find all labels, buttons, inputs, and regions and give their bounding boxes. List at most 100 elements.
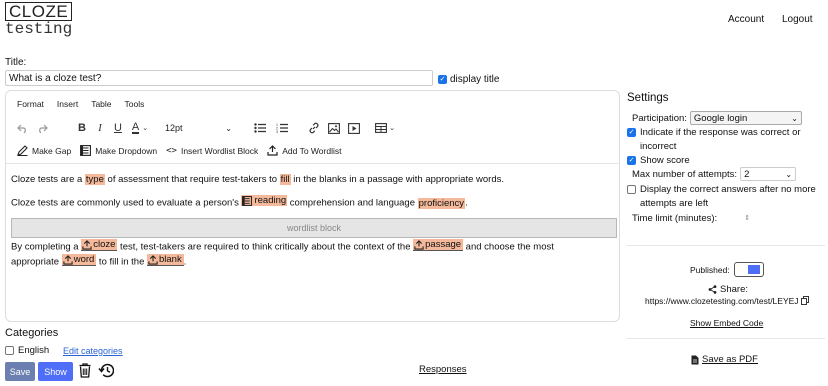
pdf-divider: [627, 338, 825, 339]
indicate-correct-label: Indicate if the response was correct or: [640, 127, 801, 138]
paragraph-3[interactable]: By completing a cloze test, test-takers …: [11, 239, 554, 253]
save-button[interactable]: Save: [5, 362, 35, 381]
wordlist-word-reading[interactable]: reading: [241, 195, 288, 206]
show-embed-code-link[interactable]: Show Embed Code: [690, 318, 763, 328]
wordlist-block[interactable]: wordlist block: [11, 218, 617, 238]
code-icon: <>: [166, 145, 177, 156]
gap-type[interactable]: type: [84, 174, 105, 185]
share-url[interactable]: https://www.clozetesting.com/test/LEYEJ: [645, 296, 799, 306]
categories-title: Categories: [5, 327, 59, 339]
title-label: Title:: [5, 57, 27, 68]
make-gap-button[interactable]: Make Gap: [17, 145, 71, 156]
menu-insert[interactable]: Insert: [57, 99, 78, 109]
svg-text:3: 3: [276, 130, 278, 133]
list-box-icon: [80, 145, 92, 156]
make-dropdown-button[interactable]: Make Dropdown: [80, 145, 157, 156]
edit-categories-link[interactable]: Edit categories: [63, 346, 123, 356]
dropdown-text: blank: [159, 254, 182, 265]
media-icon[interactable]: [344, 120, 364, 136]
indicate-correct-checkbox[interactable]: ✓: [627, 128, 636, 137]
upload-icon: [148, 254, 158, 265]
text: .: [465, 197, 468, 209]
font-size-value: 12pt: [165, 123, 183, 133]
display-correct-row[interactable]: Display the correct answers after no mor…: [627, 184, 816, 195]
display-title-label: display title: [450, 74, 500, 85]
font-size-select[interactable]: 12pt ⌄: [161, 120, 236, 136]
account-link[interactable]: Account: [728, 14, 764, 25]
responses-link[interactable]: Responses: [419, 364, 467, 375]
pdf-file-icon: [691, 355, 699, 364]
dropdown-cloze[interactable]: cloze: [81, 239, 118, 251]
share-row: Share:: [708, 284, 748, 295]
dropdown-word[interactable]: word: [61, 254, 97, 266]
published-toggle[interactable]: [734, 262, 764, 277]
history-icon[interactable]: [98, 363, 115, 381]
gap-fill[interactable]: fill: [279, 174, 291, 185]
text-color-icon[interactable]: A ⌄: [127, 120, 153, 136]
undo-icon[interactable]: [13, 120, 31, 136]
logo[interactable]: CLOZE testing: [5, 2, 79, 37]
settings-divider: [627, 245, 825, 246]
add-to-wordlist-button[interactable]: Add To Wordlist: [267, 145, 341, 156]
redo-icon[interactable]: [31, 120, 53, 136]
participation-row: Participation: Google login ⌄: [632, 111, 802, 125]
italic-icon[interactable]: I: [91, 120, 109, 136]
show-score-checkbox[interactable]: ✓: [627, 156, 636, 165]
upload-icon: [267, 145, 278, 156]
copy-icon[interactable]: [800, 296, 809, 305]
underline-icon[interactable]: U: [109, 120, 127, 136]
numbered-list-icon[interactable]: 123: [271, 120, 293, 136]
bullet-list-icon[interactable]: [249, 120, 271, 136]
title-input[interactable]: [5, 70, 433, 86]
upload-icon: [63, 254, 73, 265]
english-checkbox[interactable]: [5, 346, 14, 355]
dropdown-text: passage: [425, 239, 462, 250]
participation-label: Participation:: [632, 112, 687, 124]
show-score-label: Show score: [640, 155, 690, 166]
upload-icon: [414, 239, 424, 250]
image-icon[interactable]: [324, 120, 344, 136]
dropdown-passage[interactable]: passage: [413, 239, 464, 251]
paragraph-4[interactable]: appropriate word to fill in the blank.: [11, 254, 186, 268]
editor-divider: [6, 163, 619, 164]
show-button[interactable]: Show: [38, 362, 73, 381]
text: and choose the most: [463, 241, 554, 253]
text: Cloze tests are commonly used to evaluat…: [11, 197, 242, 209]
chevron-down-icon: ⌄: [791, 113, 798, 123]
menu-format[interactable]: Format: [17, 99, 44, 109]
logout-link[interactable]: Logout: [782, 14, 813, 25]
display-title-checkbox[interactable]: ✓: [438, 75, 447, 84]
add-to-wordlist-label: Add To Wordlist: [282, 145, 342, 156]
paragraph-1[interactable]: Cloze tests are a type of assessment tha…: [11, 174, 504, 185]
menu-tools[interactable]: Tools: [125, 99, 145, 109]
bold-icon[interactable]: B: [73, 120, 91, 136]
text: of assessment that require test-takers t…: [104, 174, 280, 185]
time-limit-input[interactable]: ⇕: [720, 212, 750, 224]
display-title-option[interactable]: ✓ display title: [438, 74, 499, 85]
display-correct-checkbox[interactable]: [627, 185, 636, 194]
share-url-row: https://www.clozetesting.com/test/LEYEJ: [645, 296, 809, 306]
indicate-correct-row[interactable]: ✓ Indicate if the response was correct o…: [627, 127, 801, 138]
chevron-down-icon: ⌄: [225, 123, 232, 133]
table-icon[interactable]: ⌄: [372, 120, 398, 136]
dropdown-blank[interactable]: blank: [147, 254, 184, 266]
text: Cloze tests are a: [11, 174, 85, 185]
menu-table[interactable]: Table: [91, 99, 111, 109]
indicate-correct-label-cont: incorrect: [640, 141, 677, 152]
published-label: Published:: [690, 265, 730, 275]
trash-icon[interactable]: [79, 363, 91, 381]
participation-select[interactable]: Google login ⌄: [689, 111, 802, 125]
insert-wordlist-button[interactable]: <> Insert Wordlist Block: [166, 146, 258, 156]
max-attempts-select[interactable]: 2 ⌄: [740, 167, 797, 181]
text: By completing a: [11, 241, 82, 253]
save-as-pdf-link[interactable]: Save as PDF: [691, 354, 758, 365]
time-limit-row: Time limit (minutes): ⇕: [632, 212, 750, 224]
insert-wordlist-label: Insert Wordlist Block: [180, 145, 259, 156]
paragraph-2[interactable]: Cloze tests are commonly used to evaluat…: [11, 195, 468, 209]
show-score-row[interactable]: ✓ Show score: [627, 155, 690, 166]
gap-proficiency[interactable]: proficiency: [417, 197, 466, 209]
category-english[interactable]: English: [5, 345, 49, 356]
text: comprehension and language: [287, 197, 418, 209]
link-icon[interactable]: [304, 120, 324, 136]
share-icon: [708, 285, 717, 294]
